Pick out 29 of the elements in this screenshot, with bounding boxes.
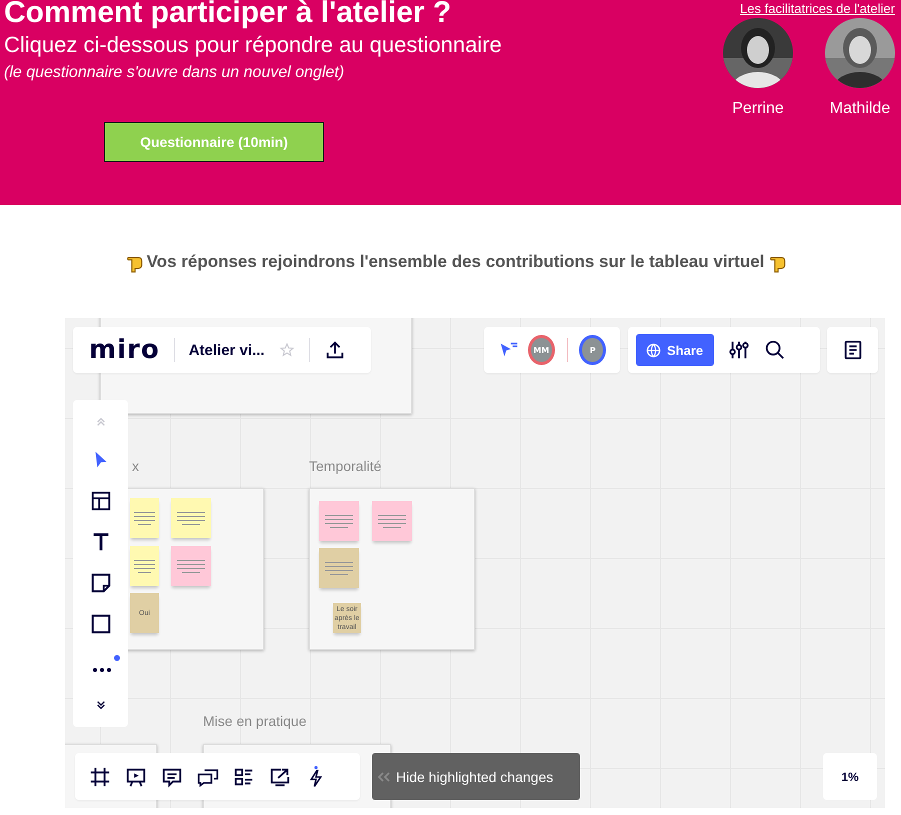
settings-sliders-icon[interactable] — [728, 339, 750, 361]
rectangle-tool-icon[interactable] — [90, 613, 112, 635]
share-button[interactable]: Share — [636, 334, 714, 366]
star-icon[interactable] — [278, 342, 295, 358]
collaborator-avatar[interactable]: MM — [528, 335, 555, 365]
subtitle: Cliquez ci-dessous pour répondre au questionnaire — [4, 32, 502, 58]
page-title: Comment participer à l'atelier ? — [4, 0, 452, 30]
frame-icon[interactable] — [89, 766, 111, 788]
sticky-note-tool-icon[interactable] — [90, 572, 112, 594]
layout-tool-icon[interactable] — [90, 490, 112, 512]
frame-label: Temporalité — [309, 458, 382, 474]
board-title[interactable]: Atelier vi... — [188, 342, 265, 358]
collaborator-avatar[interactable]: P — [579, 335, 606, 365]
facilitator-name: Perrine — [732, 100, 784, 118]
frame-label: x — [132, 458, 139, 474]
note-text: (le questionnaire s'ouvre dans un nouvel onglet) — [4, 64, 346, 82]
intro-text: Vos réponses rejoindrons l'ensemble des contributions sur le tableau virtuel — [146, 252, 764, 272]
search-icon[interactable] — [764, 339, 786, 361]
banner-text: Hide highlighted changes — [396, 768, 554, 784]
highlight-banner[interactable]: Hide highlighted changes — [372, 753, 580, 800]
sticky-note[interactable] — [171, 498, 211, 538]
miro-logo[interactable]: miro — [89, 335, 160, 365]
globe-icon — [646, 342, 661, 358]
sticky-note[interactable] — [130, 546, 159, 586]
facilitators-link[interactable]: Les facilitatrices de l'atelier — [740, 1, 895, 16]
zoom-level[interactable]: 1% — [823, 753, 877, 800]
facilitator-name: Mathilde — [830, 100, 890, 118]
frame-label: Mise en pratique — [203, 713, 307, 729]
sticky-note[interactable] — [130, 498, 159, 538]
